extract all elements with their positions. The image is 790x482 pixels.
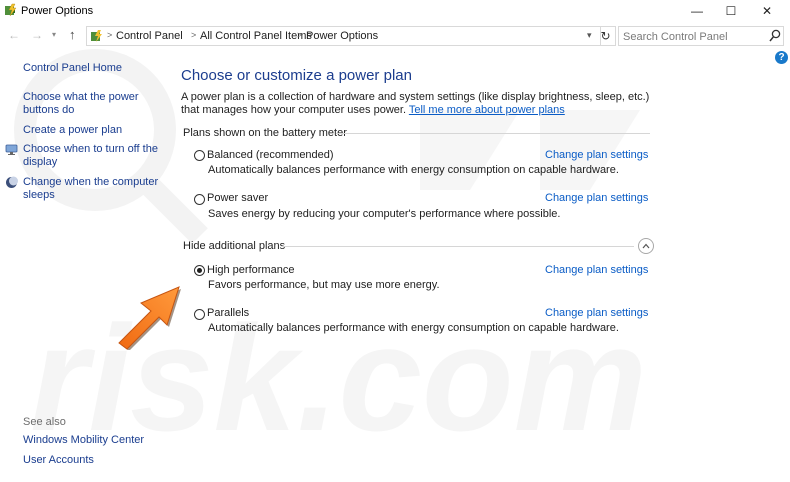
- minimize-button[interactable]: —: [680, 0, 714, 22]
- see-also-heading: See also: [23, 416, 66, 428]
- user-accounts-link[interactable]: User Accounts: [23, 454, 94, 467]
- close-button[interactable]: ✕: [750, 0, 784, 22]
- group-divider: [282, 246, 634, 247]
- orange-arrow-icon: [118, 286, 181, 350]
- breadcrumb-separator-icon[interactable]: >: [107, 30, 112, 40]
- link-line: Change when the computer: [23, 176, 159, 188]
- recent-locations-chevron-icon[interactable]: ▾: [52, 30, 56, 39]
- breadcrumb-power-options[interactable]: Power Options: [306, 30, 378, 42]
- choose-power-buttons-link[interactable]: Choose what the power buttons do: [23, 91, 139, 117]
- breadcrumb-separator-icon[interactable]: >: [191, 30, 196, 40]
- breadcrumb-all-items[interactable]: All Control Panel Items: [200, 30, 312, 42]
- balanced-radio[interactable]: [194, 150, 205, 161]
- maximize-button[interactable]: ☐: [714, 0, 748, 22]
- power-options-icon: [5, 3, 17, 17]
- intro-paragraph: A power plan is a collection of hardware…: [181, 91, 651, 117]
- moon-icon: [6, 176, 18, 188]
- change-plan-settings-link-parallels[interactable]: Change plan settings: [545, 307, 648, 319]
- group-divider: [336, 133, 650, 134]
- address-bar[interactable]: > Control Panel > All Control Panel Item…: [86, 26, 601, 46]
- link-line: Choose what the power: [23, 91, 139, 103]
- link-line: sleeps: [23, 189, 55, 201]
- computer-sleeps-link[interactable]: Change when the computer sleeps: [23, 176, 158, 202]
- plan-desc-high-performance: Favors performance, but may use more ene…: [208, 279, 440, 291]
- link-line: buttons do: [23, 104, 75, 116]
- high-performance-radio[interactable]: [194, 265, 205, 276]
- navigation-bar: ← → ▾ ↑ > Control Panel > All Control Pa…: [0, 25, 790, 47]
- power-saver-radio[interactable]: [194, 194, 205, 205]
- link-line: Choose when to turn off the: [23, 143, 158, 155]
- page-title: Choose or customize a power plan: [181, 67, 412, 84]
- plan-name-parallels[interactable]: Parallels: [207, 307, 249, 319]
- parallels-radio[interactable]: [194, 309, 205, 320]
- search-input[interactable]: [623, 29, 763, 44]
- collapse-plans-button[interactable]: [638, 238, 654, 254]
- change-plan-settings-link-high-performance[interactable]: Change plan settings: [545, 264, 648, 276]
- back-arrow-icon[interactable]: ←: [8, 28, 20, 42]
- title-bar: Power Options — ☐ ✕: [0, 0, 790, 22]
- help-icon[interactable]: ?: [775, 51, 788, 64]
- create-power-plan-link[interactable]: Create a power plan: [23, 124, 122, 137]
- control-panel-home-link[interactable]: Control Panel Home: [23, 62, 122, 75]
- window-title: Power Options: [21, 5, 94, 17]
- plan-name-high-performance[interactable]: High performance: [207, 264, 294, 276]
- plan-desc-parallels: Automatically balances performance with …: [208, 322, 619, 334]
- windows-mobility-center-link[interactable]: Windows Mobility Center: [23, 434, 144, 447]
- forward-arrow-icon[interactable]: →: [31, 28, 43, 42]
- up-arrow-icon[interactable]: ↑: [69, 27, 76, 42]
- learn-more-link[interactable]: Tell me more about power plans: [409, 104, 565, 116]
- address-dropdown-icon[interactable]: ▾: [587, 30, 592, 41]
- breadcrumb-separator-icon[interactable]: >: [297, 30, 302, 40]
- change-plan-settings-link-balanced[interactable]: Change plan settings: [545, 149, 648, 161]
- battery-plans-heading: Plans shown on the battery meter: [183, 127, 347, 139]
- plan-name-power-saver[interactable]: Power saver: [207, 192, 268, 204]
- plan-name-balanced[interactable]: Balanced (recommended): [207, 149, 334, 161]
- search-box[interactable]: [618, 26, 784, 46]
- control-panel-icon: [91, 30, 102, 42]
- plan-desc-balanced: Automatically balances performance with …: [208, 164, 619, 176]
- refresh-button[interactable]: ↻: [596, 26, 616, 46]
- plan-desc-power-saver: Saves energy by reducing your computer's…: [208, 208, 561, 220]
- turn-off-display-link[interactable]: Choose when to turn off the display: [23, 143, 158, 169]
- breadcrumb-control-panel[interactable]: Control Panel: [116, 30, 183, 42]
- chevron-up-icon: [642, 243, 650, 249]
- monitor-icon: [5, 144, 18, 155]
- search-icon[interactable]: [769, 29, 781, 43]
- change-plan-settings-link-power-saver[interactable]: Change plan settings: [545, 192, 648, 204]
- link-line: display: [23, 156, 58, 168]
- hide-additional-plans-heading: Hide additional plans: [183, 240, 286, 252]
